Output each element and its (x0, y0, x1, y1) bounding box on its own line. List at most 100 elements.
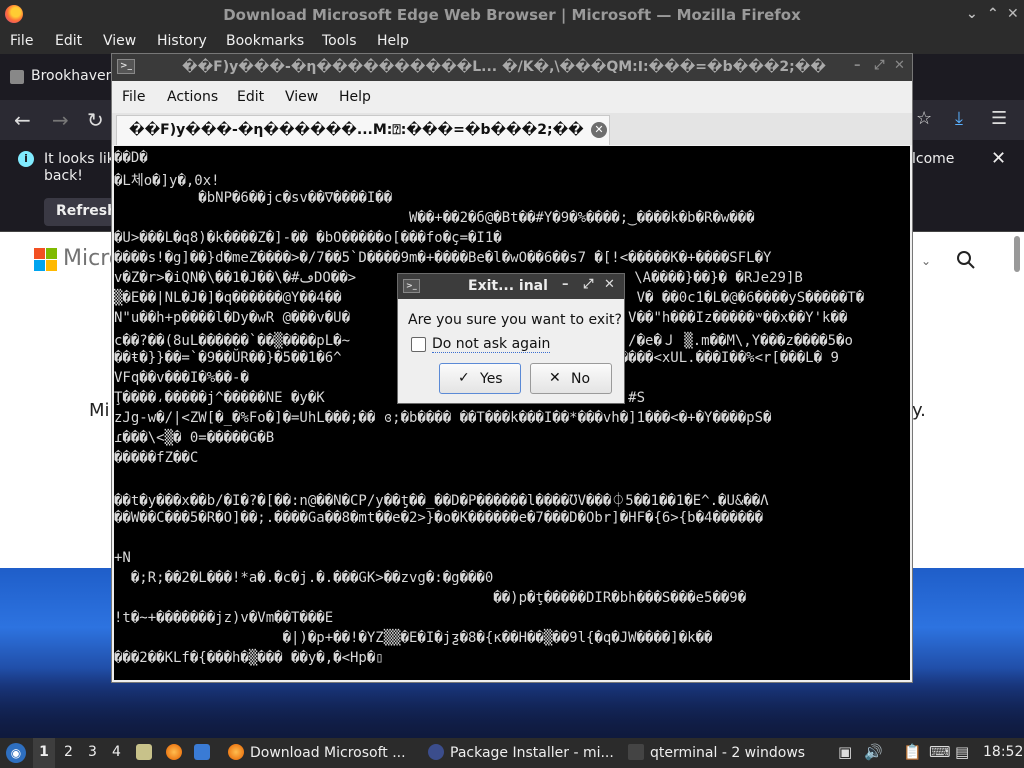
menu-edit[interactable]: Edit (55, 33, 82, 49)
info-icon: i (18, 151, 34, 167)
terminal-line: +N (114, 550, 131, 566)
taskbar: ◉ 1 2 3 4 Download Microsoft ... Package… (0, 738, 1024, 768)
notification-text-1: It looks lik (44, 151, 115, 167)
no-button-label: No (571, 371, 591, 387)
start-menu-icon[interactable]: ◉ (6, 743, 26, 763)
keyboard-icon[interactable]: ⌨ (929, 743, 951, 761)
menu-help[interactable]: Help (377, 33, 409, 49)
terminal-line: W��+��2�б@�Bt��#Y�9�%����;‿����k�b�R�w��… (114, 210, 755, 226)
menu-file[interactable]: File (122, 89, 145, 105)
maximize-icon[interactable]: ⤢ (874, 58, 884, 73)
minimize-icon[interactable]: ⌄ (966, 6, 978, 22)
menu-history[interactable]: History (157, 33, 207, 49)
workspace-4[interactable]: 4 (112, 744, 121, 760)
terminal-tab-label: ��F)y���-�η������...M:⍰:���=�b���2;�� (129, 122, 584, 138)
maximize-icon[interactable]: ⌃ (987, 6, 999, 22)
firefox-menubar: File Edit View History Bookmarks Tools H… (0, 30, 1024, 54)
workspace-3[interactable]: 3 (88, 744, 97, 760)
terminal-line: �;R;��2�L���!*a�.�c�j.�.���GK>��zvg�:�g�… (114, 570, 494, 586)
terminal-tab[interactable]: ��F)y���-�η������...M:⍰:���=�b���2;�� ✕ (116, 115, 610, 145)
minimize-icon[interactable]: – (854, 58, 861, 73)
browser-tab[interactable]: Brookhaven (0, 62, 115, 92)
qterminal-window-title: ��F)y���-�η����������L... �/K�,\���QM:ⵏ:… (182, 59, 826, 75)
menu-help[interactable]: Help (339, 89, 371, 105)
checkmark-icon: ✓ (458, 370, 470, 386)
do-not-ask-checkbox[interactable] (411, 337, 426, 352)
terminal-line: �����fZ��C (114, 450, 199, 466)
cross-icon: ✕ (549, 370, 561, 386)
yes-button[interactable]: ✓ Yes (439, 363, 521, 394)
maximize-icon[interactable]: ⤢ (583, 277, 593, 292)
terminal-line: ����s!�g]��}d�meZ����>�/7��5`D����9m�+��… (114, 250, 772, 266)
volume-icon[interactable]: 🔊 (864, 743, 883, 761)
qterminal-menubar: File Actions Edit View Help (112, 81, 912, 113)
reload-icon[interactable]: ↻ (87, 108, 104, 132)
page-text-left: Mi (89, 400, 110, 421)
download-icon[interactable]: ⤓ (955, 108, 963, 129)
clipboard-icon[interactable]: 📋 (903, 743, 922, 761)
terminal-icon: >_ (403, 279, 420, 293)
close-icon[interactable]: ✕ (894, 58, 905, 73)
exit-dialog: >_ Exit... inal – ⤢ ✕ Are you sure you w… (397, 273, 625, 404)
terminal-line: �|)�p+��!�YZ▒▒�E�I�jƺ�8�{ĸ��H��▒��9l{�q�… (114, 630, 713, 646)
task-qterminal-label: qterminal - 2 windows (650, 745, 806, 761)
page-text-right: y. (912, 400, 926, 421)
no-button[interactable]: ✕ No (530, 363, 612, 394)
task-firefox[interactable]: Download Microsoft ... (228, 738, 406, 768)
desktop-icon[interactable] (194, 744, 210, 760)
firefox-launcher-icon[interactable] (166, 744, 182, 760)
workspace-2[interactable]: 2 (64, 744, 73, 760)
dialog-titlebar: >_ Exit... inal – ⤢ ✕ (398, 274, 624, 299)
close-icon[interactable]: ✕ (604, 277, 615, 292)
chevron-down-icon[interactable]: ⌄ (921, 254, 931, 268)
qterminal-tabbar: ��F)y���-�η������...M:⍰:���=�b���2;�� ✕ (112, 113, 912, 145)
tab-close-icon[interactable]: ✕ (591, 122, 607, 138)
terminal-line: �bNP�6��jc�sv��∇����I�� (114, 190, 393, 206)
firefox-icon (228, 744, 244, 760)
menu-view[interactable]: View (285, 89, 318, 105)
dialog-title: Exit... inal (468, 278, 548, 294)
search-icon[interactable] (956, 250, 976, 270)
tray-scroll-icon[interactable]: ▣ (838, 743, 852, 761)
menu-file[interactable]: File (10, 33, 33, 49)
terminal-line: zJg-w�/|<ZW[�_�%Fo�]�=UhL���;�� ɞ;�b����… (114, 410, 772, 426)
terminal-line: ��D� (114, 150, 148, 166)
do-not-ask-label[interactable]: Do not ask again (432, 336, 551, 353)
task-firefox-label: Download Microsoft ... (250, 745, 406, 761)
page-scrollbar[interactable] (1014, 236, 1020, 272)
task-qterminal[interactable]: qterminal - 2 windows (628, 738, 805, 768)
menu-edit[interactable]: Edit (237, 89, 264, 105)
back-icon[interactable]: ← (14, 108, 31, 132)
terminal-icon (628, 744, 644, 760)
clock: 18:52 (983, 744, 1024, 760)
terminal-output[interactable]: ��D� �L체o�]y�,0x! �bNP�6��jc�sv��∇����I��… (114, 146, 910, 680)
package-installer-icon (428, 744, 444, 760)
yes-button-label: Yes (480, 371, 503, 387)
close-icon[interactable]: ✕ (1007, 6, 1019, 22)
bookmark-star-icon[interactable]: ☆ (916, 108, 932, 129)
terminal-icon: >_ (117, 59, 135, 74)
browser-tab-label: Brookhaven (31, 68, 115, 84)
refresh-button[interactable]: Refresh (44, 198, 117, 226)
terminal-line: ��W��C���5�R�O]��;.����Ga��8�mt��e�2>}�o… (114, 510, 764, 526)
terminal-line: !t�~+�������jz)v�Vm��T���E (114, 610, 334, 626)
workspace-1[interactable]: 1 (33, 738, 55, 768)
firefox-window-title: Download Microsoft Edge Web Browser | Mi… (223, 6, 801, 24)
menu-bookmarks[interactable]: Bookmarks (226, 33, 304, 49)
menu-view[interactable]: View (103, 33, 136, 49)
forward-icon[interactable]: → (52, 108, 69, 132)
terminal-line: �U>���L�q8)�k����Z�]-�� �bO�����o[���fo�… (114, 230, 502, 246)
terminal-line: ��)p�ţ�����DIR�bh���S���e5��9� (114, 590, 747, 606)
menu-tools[interactable]: Tools (322, 33, 357, 49)
minimize-icon[interactable]: – (562, 277, 569, 292)
task-package-installer[interactable]: Package Installer - mi... (428, 738, 614, 768)
menu-actions[interactable]: Actions (167, 89, 218, 105)
tab-favicon-icon (10, 70, 24, 84)
firefox-titlebar: Download Microsoft Edge Web Browser | Mi… (0, 0, 1024, 30)
notification-close-icon[interactable]: ✕ (991, 148, 1006, 169)
network-icon[interactable]: ▤ (955, 743, 969, 761)
file-manager-icon[interactable] (136, 744, 152, 760)
dialog-question: Are you sure you want to exit? (408, 312, 622, 328)
app-menu-icon[interactable]: ☰ (991, 108, 1007, 129)
qterminal-titlebar: >_ ��F)y���-�η����������L... �/K�,\���QM… (112, 54, 912, 81)
